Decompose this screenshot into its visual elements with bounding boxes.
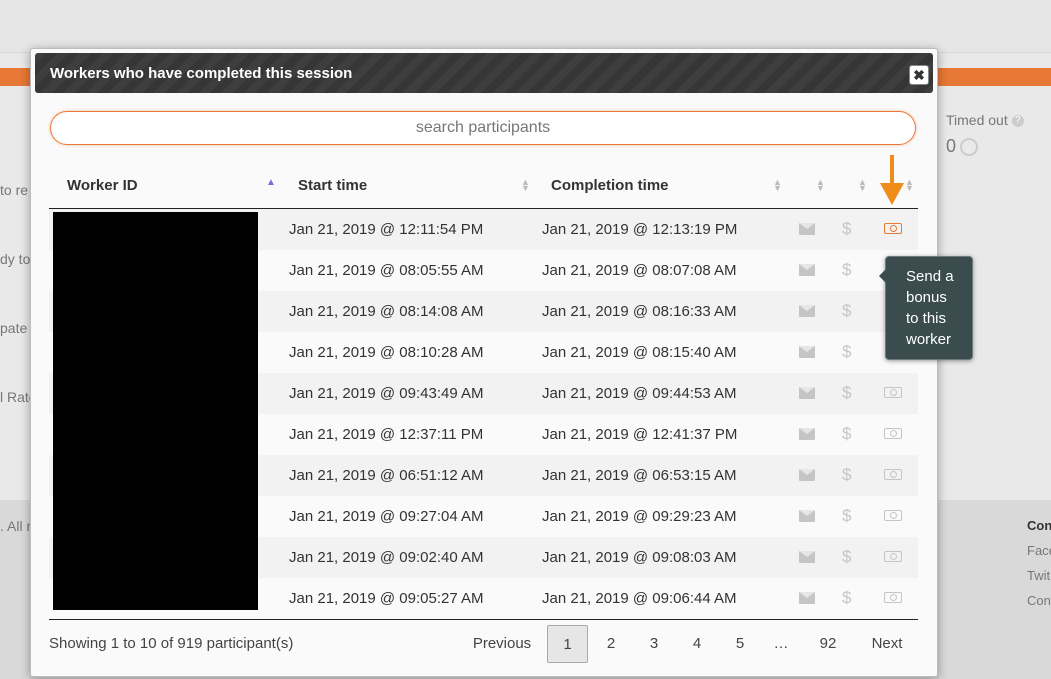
- envelope-icon[interactable]: [799, 510, 815, 522]
- completion-time-cell: Jan 21, 2019 @ 06:53:15 AM: [542, 467, 737, 484]
- bg-footer-text: . All r: [0, 518, 32, 534]
- dollar-icon[interactable]: $: [842, 547, 851, 567]
- redacted-worker-ids: [53, 212, 258, 610]
- page-topbar: [0, 0, 1051, 53]
- dollar-icon[interactable]: $: [842, 260, 851, 280]
- footer-link[interactable]: Cont: [1027, 593, 1051, 608]
- footer-link[interactable]: Twit: [1027, 568, 1050, 583]
- pagination-page[interactable]: 5: [730, 625, 750, 663]
- bonus-money-icon[interactable]: [884, 469, 902, 480]
- completion-time-cell: Jan 21, 2019 @ 09:44:53 AM: [542, 385, 737, 402]
- pagination-page[interactable]: 3: [644, 625, 664, 663]
- envelope-icon[interactable]: [799, 305, 815, 317]
- pagination-previous[interactable]: Previous: [471, 625, 533, 663]
- close-icon[interactable]: ✖: [909, 65, 929, 85]
- start-time-cell: Jan 21, 2019 @ 08:10:28 AM: [289, 344, 484, 361]
- completion-time-cell: Jan 21, 2019 @ 12:13:19 PM: [542, 221, 738, 238]
- bonus-money-icon[interactable]: [884, 223, 902, 234]
- sort-icon[interactable]: ▲ ▼: [858, 178, 867, 193]
- table-footer-divider: [49, 619, 918, 620]
- annotation-arrow-head: [880, 183, 904, 205]
- completion-time-cell: Jan 21, 2019 @ 09:29:23 AM: [542, 508, 737, 525]
- workers-modal: Workers who have completed this session …: [30, 48, 973, 677]
- column-header-start-time[interactable]: Start time: [298, 177, 367, 194]
- dollar-icon[interactable]: $: [842, 424, 851, 444]
- pagination-ellipsis: …: [773, 635, 789, 652]
- sort-icon[interactable]: ▲ ▼: [816, 178, 825, 193]
- envelope-icon[interactable]: [799, 223, 815, 235]
- envelope-icon[interactable]: [799, 346, 815, 358]
- start-time-cell: Jan 21, 2019 @ 09:05:27 AM: [289, 590, 484, 607]
- bg-text-fragment: dy to: [0, 251, 31, 267]
- bg-text-fragment: pate: [0, 320, 28, 336]
- completion-time-cell: Jan 21, 2019 @ 12:41:37 PM: [542, 426, 738, 443]
- envelope-icon[interactable]: [799, 387, 815, 399]
- timed-out-label: Timed out?: [946, 112, 1024, 128]
- sort-icon[interactable]: ▲ ▼: [905, 178, 914, 193]
- bonus-money-icon[interactable]: [884, 510, 902, 521]
- start-time-cell: Jan 21, 2019 @ 08:05:55 AM: [289, 262, 484, 279]
- start-time-cell: Jan 21, 2019 @ 08:14:08 AM: [289, 303, 484, 320]
- bonus-tooltip: Send a bonus to this worker: [879, 256, 973, 360]
- start-time-cell: Jan 21, 2019 @ 12:37:11 PM: [289, 426, 484, 443]
- timed-out-count: 0: [946, 136, 957, 156]
- pagination-page[interactable]: 2: [601, 625, 621, 663]
- completion-time-cell: Jan 21, 2019 @ 08:07:08 AM: [542, 262, 737, 279]
- envelope-icon[interactable]: [799, 264, 815, 276]
- user-icon: [960, 138, 979, 157]
- start-time-cell: Jan 21, 2019 @ 09:27:04 AM: [289, 508, 484, 525]
- bonus-money-icon[interactable]: [884, 428, 902, 439]
- dollar-icon[interactable]: $: [842, 506, 851, 526]
- help-icon[interactable]: ?: [1011, 115, 1024, 128]
- dollar-icon[interactable]: $: [842, 342, 851, 362]
- showing-count: Showing 1 to 10 of 919 participant(s): [49, 635, 294, 652]
- pagination-page[interactable]: 92: [816, 625, 840, 663]
- dollar-icon[interactable]: $: [842, 383, 851, 403]
- modal-header: Workers who have completed this session …: [35, 53, 933, 93]
- bg-text-fragment: to re: [0, 182, 29, 198]
- dollar-icon[interactable]: $: [842, 465, 851, 485]
- dollar-icon[interactable]: $: [842, 301, 851, 321]
- envelope-icon[interactable]: [799, 428, 815, 440]
- bonus-money-icon[interactable]: [884, 387, 902, 398]
- completion-time-cell: Jan 21, 2019 @ 08:16:33 AM: [542, 303, 737, 320]
- pagination-page-current[interactable]: 1: [547, 625, 588, 663]
- column-header-completion-time[interactable]: Completion time: [551, 177, 669, 194]
- envelope-icon[interactable]: [799, 592, 815, 604]
- sort-icon[interactable]: ▲ ▼: [521, 178, 530, 193]
- dollar-icon[interactable]: $: [842, 219, 851, 239]
- dollar-icon[interactable]: $: [842, 588, 851, 608]
- start-time-cell: Jan 21, 2019 @ 09:02:40 AM: [289, 549, 484, 566]
- column-header-worker-id[interactable]: Worker ID: [67, 177, 138, 194]
- completion-time-cell: Jan 21, 2019 @ 09:06:44 AM: [542, 590, 737, 607]
- envelope-icon[interactable]: [799, 469, 815, 481]
- annotation-arrow: [890, 155, 894, 185]
- completion-time-cell: Jan 21, 2019 @ 09:08:03 AM: [542, 549, 737, 566]
- start-time-cell: Jan 21, 2019 @ 09:43:49 AM: [289, 385, 484, 402]
- completion-time-cell: Jan 21, 2019 @ 08:15:40 AM: [542, 344, 737, 361]
- footer-heading: Con: [1027, 518, 1051, 533]
- start-time-cell: Jan 21, 2019 @ 06:51:12 AM: [289, 467, 484, 484]
- start-time-cell: Jan 21, 2019 @ 12:11:54 PM: [289, 221, 484, 238]
- timed-out-value: 0: [946, 136, 979, 157]
- search-input[interactable]: [50, 111, 916, 145]
- bonus-money-icon[interactable]: [884, 592, 902, 603]
- timed-out-text: Timed out: [946, 112, 1008, 128]
- sort-asc-icon[interactable]: ▲: [266, 177, 276, 188]
- envelope-icon[interactable]: [799, 551, 815, 563]
- bonus-money-icon[interactable]: [884, 551, 902, 562]
- pagination-page[interactable]: 4: [687, 625, 707, 663]
- sort-icon[interactable]: ▲ ▼: [773, 178, 782, 193]
- pagination-next[interactable]: Next: [869, 625, 905, 663]
- modal-title: Workers who have completed this session: [50, 65, 353, 82]
- footer-link[interactable]: Face: [1027, 543, 1051, 558]
